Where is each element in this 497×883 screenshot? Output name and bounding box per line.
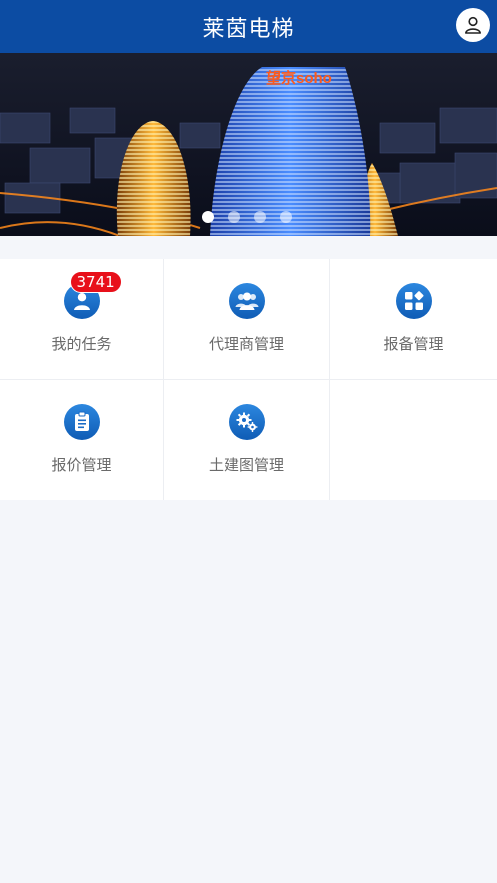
menu-item-filing-management[interactable]: 报备管理: [330, 259, 497, 379]
menu-item-label: 报备管理: [383, 335, 444, 353]
clipboard-icon: [63, 404, 100, 440]
carousel-indicators: [0, 211, 497, 223]
banner-building-sign: 望京soho: [266, 69, 332, 87]
user-icon: 3741: [63, 271, 122, 319]
menu-item-quote-management[interactable]: 报价管理: [0, 380, 163, 500]
profile-button[interactable]: [456, 8, 490, 42]
user-icon: [465, 16, 481, 34]
banner-carousel[interactable]: 望京soho: [0, 53, 497, 236]
carousel-dot-1[interactable]: [201, 211, 214, 223]
menu-item-label: 报价管理: [51, 456, 112, 474]
carousel-dot-4[interactable]: [279, 211, 292, 223]
menu-item-label: 代理商管理: [208, 335, 284, 353]
app-title: 莱茵电梯: [202, 16, 295, 42]
menu-item-label: 土建图管理: [208, 456, 284, 474]
apps-grid-icon: [395, 283, 432, 319]
menu-empty-cell: [330, 380, 497, 500]
carousel-dot-2[interactable]: [227, 211, 240, 223]
gears-icon: [228, 404, 265, 440]
carousel-dot-3[interactable]: [253, 211, 266, 223]
menu-item-civil-drawing-management[interactable]: 土建图管理: [164, 380, 329, 500]
app-header: 莱茵电梯: [0, 0, 497, 53]
banner-image: 望京soho: [0, 53, 497, 236]
menu-item-agent-management[interactable]: 代理商管理: [164, 259, 329, 379]
group-icon: [228, 283, 265, 319]
menu-item-my-tasks[interactable]: 3741 我的任务: [0, 259, 163, 379]
menu-grid: 3741 我的任务 代理商管理 报备管理 报价管理 土建图管理: [0, 259, 497, 500]
task-count-badge: 3741: [69, 271, 122, 293]
menu-item-label: 我的任务: [51, 335, 112, 353]
